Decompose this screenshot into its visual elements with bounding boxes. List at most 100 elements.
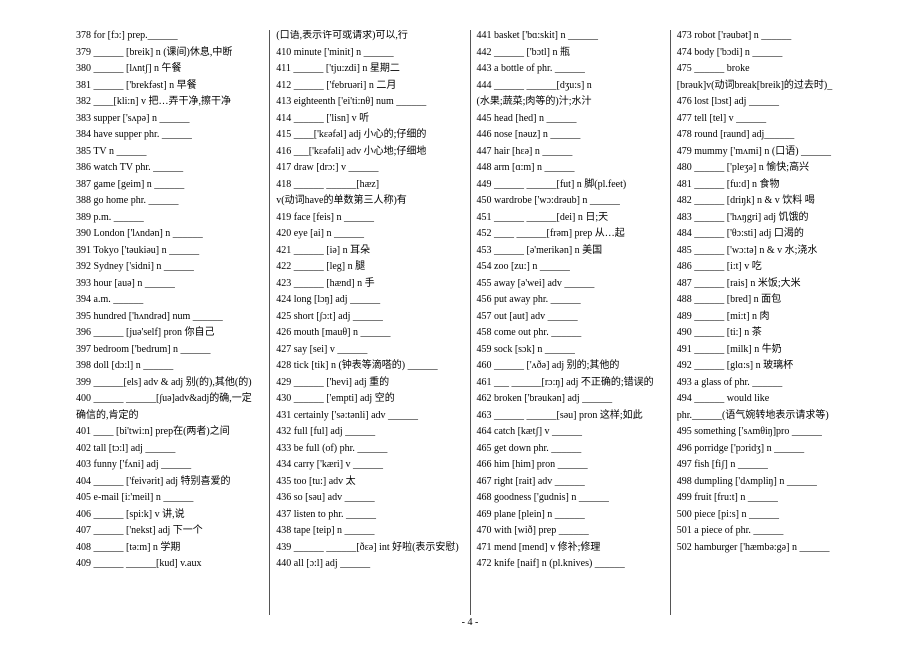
entry-number: 380 (76, 63, 94, 74)
vocab-entry: 466 him [him] pron ______ (477, 459, 664, 471)
entry-number: 469 (477, 509, 495, 520)
vocab-entry: 430 ______ ['empti] adj 空的 (276, 393, 463, 405)
entry-number: 400 (76, 393, 94, 404)
entry-text: nose [nəuz] n ______ (494, 129, 580, 140)
entry-number: 449 (477, 179, 495, 190)
entry-number: 492 (677, 360, 695, 371)
entry-number: 478 (677, 129, 695, 140)
vocab-entry: 404 ______ ['feivərit] adj 特别喜爱的 (76, 476, 263, 488)
entry-text: too [tu:] adv 太 (294, 476, 356, 487)
vocab-entry: 489 ______ [mi:t] n 肉 (677, 311, 864, 323)
entry-number: 452 (477, 228, 495, 239)
entry-text: certainly ['sə:tənli] adv ______ (294, 410, 418, 421)
entry-text: tall [tɔ:l] adj ______ (94, 443, 176, 454)
entry-text: lost [lɔst] adj ______ (694, 96, 779, 107)
entry-number: 497 (677, 459, 695, 470)
vocab-entry: 386 watch TV phr. ______ (76, 162, 263, 174)
vocab-entry: 442 ______ ['bɔtl] n 瓶 (477, 47, 664, 59)
entry-text: so [səu] adv ______ (294, 492, 375, 503)
vocab-entry: 472 knife [naif] n (pl.knives) ______ (477, 558, 664, 570)
vocab-entry: 414 ______ ['lisn] v 听 (276, 113, 463, 125)
vocab-entry: 455 away [ə'wei] adv ______ (477, 278, 664, 290)
vocab-entry: 380 ______ [lʌntʃ] n 午餐 (76, 63, 263, 75)
entry-number: 407 (76, 525, 94, 536)
vocab-entry: 423 ______ [hænd] n 手 (276, 278, 463, 290)
vocab-entry: 480 ______ ['pleʒə] n 愉快;高兴 (677, 162, 864, 174)
entry-number: 420 (276, 228, 294, 239)
entry-text: ______ [milk] n 牛奶 (694, 344, 782, 355)
entry-number: 453 (477, 245, 495, 256)
entry-text: wardrobe ['wɔ:drəub] n ______ (494, 195, 620, 206)
entry-text: mend [mend] v 修补;修理 (494, 542, 600, 553)
entry-text: TV n ______ (93, 146, 146, 157)
vocab-entry: 429 ______ ['hevi] adj 重的 (276, 377, 463, 389)
vocab-entry: 481 ______ [fu:d] n 食物 (677, 179, 864, 191)
entry-text: hundred ['hʌndrəd] num ______ (94, 311, 223, 322)
entry-text: funny ['fʌni] adj ______ (94, 459, 192, 470)
vocab-entry: 453 ______ [ə'merikən] n 美国 (477, 245, 664, 257)
vocab-entry: 477 tell [tel] v ______ (677, 113, 864, 125)
entry-number: 458 (477, 327, 495, 338)
vocab-entry: 419 face [feis] n ______ (276, 212, 463, 224)
entry-number: 483 (677, 212, 695, 223)
entry-number: 393 (76, 278, 94, 289)
entry-text: ______ ['empti] adj 空的 (294, 393, 395, 404)
vocab-entry: 449 ______ ______[fut] n 脚(pl.feet) (477, 179, 664, 191)
entry-number: 463 (477, 410, 495, 421)
vocab-entry: 384 have supper phr. ______ (76, 129, 263, 141)
entry-text: ______ ['hevi] adj 重的 (294, 377, 389, 388)
vocab-entry: 468 goodness ['gudnis] n ______ (477, 492, 664, 504)
entry-number: 479 (677, 146, 695, 157)
entry-text: head [hed] n ______ (494, 113, 576, 124)
entry-number: 471 (477, 542, 495, 553)
vocab-entry: 496 porridge ['pɔridʒ] n ______ (677, 443, 864, 455)
entry-number: 466 (477, 459, 495, 470)
entry-text: ______ ______[ðɛə] int 好啦(表示安慰) (294, 542, 459, 553)
entry-text: ______ [ə'merikən] n 美国 (494, 245, 602, 256)
entry-number: 442 (477, 47, 495, 58)
entry-number: 489 (677, 311, 695, 322)
entry-text: a piece of phr. ______ (694, 525, 783, 536)
vocab-entry: 383 supper ['sʌpə] n ______ (76, 113, 263, 125)
vocab-entry: 438 tape [teip] n ______ (276, 525, 463, 537)
entry-number: 444 (477, 80, 495, 91)
entry-text: p.m. ______ (94, 212, 144, 223)
entry-number: 412 (276, 80, 294, 91)
entry-text: ______ [driŋk] n & v 饮料 喝 (694, 195, 815, 206)
entry-text: ____ [bi'twi:n] prep在(两者)之间 (94, 426, 230, 437)
columns-wrapper: 378 for [fɔ:] prep.______379 ______ [bre… (70, 30, 870, 615)
entry-number: 404 (76, 476, 94, 487)
entry-text: arm [ɑ:m] n ______ (494, 162, 575, 173)
entry-text: ______ ______[səu] pron 这样;如此 (494, 410, 643, 421)
vocab-entry: 406 ______ [spi:k] v 讲,说 (76, 509, 263, 521)
vocab-entry: 491 ______ [milk] n 牛奶 (677, 344, 864, 356)
entry-number: 446 (477, 129, 495, 140)
entry-number: 484 (677, 228, 695, 239)
entry-text: get down phr. ______ (494, 443, 581, 454)
vocab-entry: 433 be full (of) phr. ______ (276, 443, 463, 455)
entry-text: mouth [mauθ] n ______ (294, 327, 391, 338)
entry-number: 429 (276, 377, 294, 388)
vocab-entry: 452 ____ ______[frəm] prep 从…起 (477, 228, 664, 240)
entry-text: ______ ['brekfəst] n 早餐 (94, 80, 197, 91)
entry-text: ______ [iə] n 耳朵 (294, 245, 370, 256)
entry-text: ______ would like (694, 393, 769, 404)
entry-text: catch [kætʃ] v ______ (494, 426, 582, 437)
entry-number: 428 (276, 360, 294, 371)
entry-text: ____[kli:n] v 把…弄干净,擦干净 (94, 96, 232, 107)
vocab-entry: (口语,表示许可或请求)可以,行 (276, 30, 463, 42)
entry-text: knife [naif] n (pl.knives) ______ (494, 558, 625, 569)
entry-text: ______ ['hʌŋgri] adj 饥饿的 (694, 212, 808, 223)
entry-number: 397 (76, 344, 94, 355)
entry-number: 448 (477, 162, 495, 173)
vocab-entry: 421 ______ [iə] n 耳朵 (276, 245, 463, 257)
vocab-entry: 394 a.m. ______ (76, 294, 263, 306)
vocab-entry: 461 ___ ______[rɔ:ŋ] adj 不正确的;错误的 (477, 377, 664, 389)
entry-number: 443 (477, 63, 495, 74)
entry-number: 409 (76, 558, 94, 569)
entry-text: watch TV phr. ______ (94, 162, 184, 173)
entry-number: 474 (677, 47, 695, 58)
vocab-entry: 400 ______ ______[∫uə]adv&adj的确,一定 (76, 393, 263, 405)
vocab-entry: 391 Tokyo ['təukiəu] n ______ (76, 245, 263, 257)
entry-text: for [fɔ:] prep.______ (94, 30, 178, 41)
